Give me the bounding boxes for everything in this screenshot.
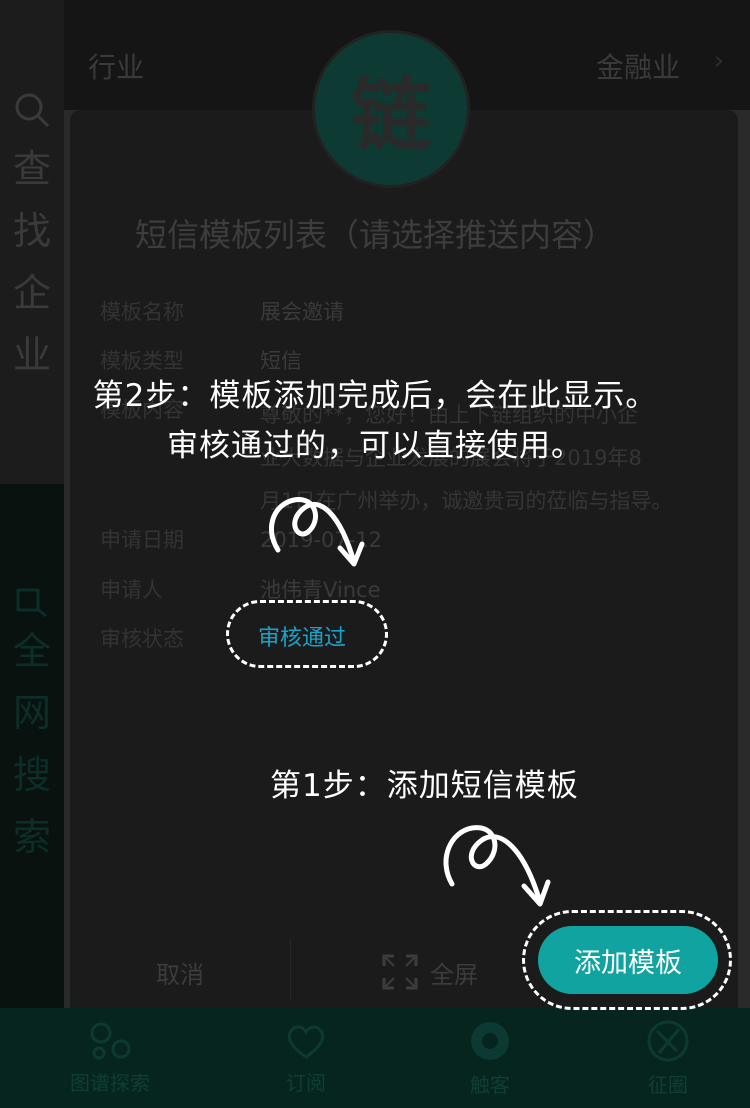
- template-name-row[interactable]: 模板名称 展会邀请: [100, 296, 344, 326]
- circle-icon: [471, 1021, 509, 1060]
- dialog-title: 短信模板列表（请选择推送内容）: [134, 216, 615, 254]
- template-name-label: 模板名称: [100, 300, 184, 324]
- nav-label: 订阅: [286, 1070, 326, 1095]
- nav-touch[interactable]: 触客: [440, 1008, 540, 1108]
- sidebar-web-char: 全: [12, 629, 51, 673]
- template-name-value: 展会邀请: [260, 300, 344, 324]
- sidebar-web-char: 网: [12, 691, 51, 735]
- sidebar-search-char: 企: [12, 271, 51, 315]
- arrow-icon: [443, 825, 551, 907]
- search-icon: [15, 93, 50, 128]
- nav-label: 触客: [470, 1072, 510, 1097]
- fullscreen-label: 全屏: [430, 960, 478, 989]
- sidebar-search-char: 查: [12, 147, 51, 191]
- chevron-right-icon: ›: [713, 46, 724, 76]
- footer-divider: [290, 940, 291, 1000]
- fullscreen-button[interactable]: 全屏: [350, 926, 510, 1018]
- tutorial-step2-line2: 审核通过的，可以直接使用。: [167, 428, 583, 464]
- industry-label: 行业: [88, 51, 145, 84]
- aperture-icon: [647, 1020, 689, 1061]
- apply-date-label: 申请日期: [100, 528, 184, 552]
- fullscreen-icon: [382, 954, 418, 990]
- nav-circle[interactable]: 征圈: [618, 1008, 718, 1108]
- logo-char: 链: [351, 69, 431, 162]
- applicant-value: 池伟青Vince: [260, 578, 381, 602]
- sidebar-web-char: 搜: [12, 753, 51, 797]
- add-template-button[interactable]: 添加模板: [538, 926, 718, 994]
- sidebar-web-search[interactable]: 全 网 搜 索: [0, 484, 64, 1008]
- sidebar-web-char: 索: [12, 815, 51, 859]
- nav-label: 图谱探索: [70, 1070, 150, 1095]
- heart-plus-icon: [287, 1025, 325, 1059]
- cancel-button[interactable]: 取消: [70, 926, 290, 1018]
- review-status-highlight: [226, 600, 388, 668]
- industry-value: 金融业: [595, 51, 680, 84]
- web-search-icon: [16, 588, 47, 618]
- tutorial-step2-line1: 第2步：模板添加完成后，会在此显示。: [92, 378, 658, 414]
- nav-label: 征圈: [648, 1072, 688, 1097]
- arrow-icon: [268, 497, 365, 567]
- bottom-nav: 图谱探索 订阅 触客 征圈: [0, 1008, 750, 1108]
- sidebar-web-label: 全 网 搜 索: [0, 584, 64, 868]
- logo: 链: [312, 30, 470, 188]
- nav-graph-explore[interactable]: 图谱探索: [50, 1008, 170, 1108]
- graph-icon: [90, 1022, 131, 1059]
- nav-subscribe[interactable]: 订阅: [256, 1008, 356, 1108]
- applicant-label: 申请人: [100, 578, 163, 602]
